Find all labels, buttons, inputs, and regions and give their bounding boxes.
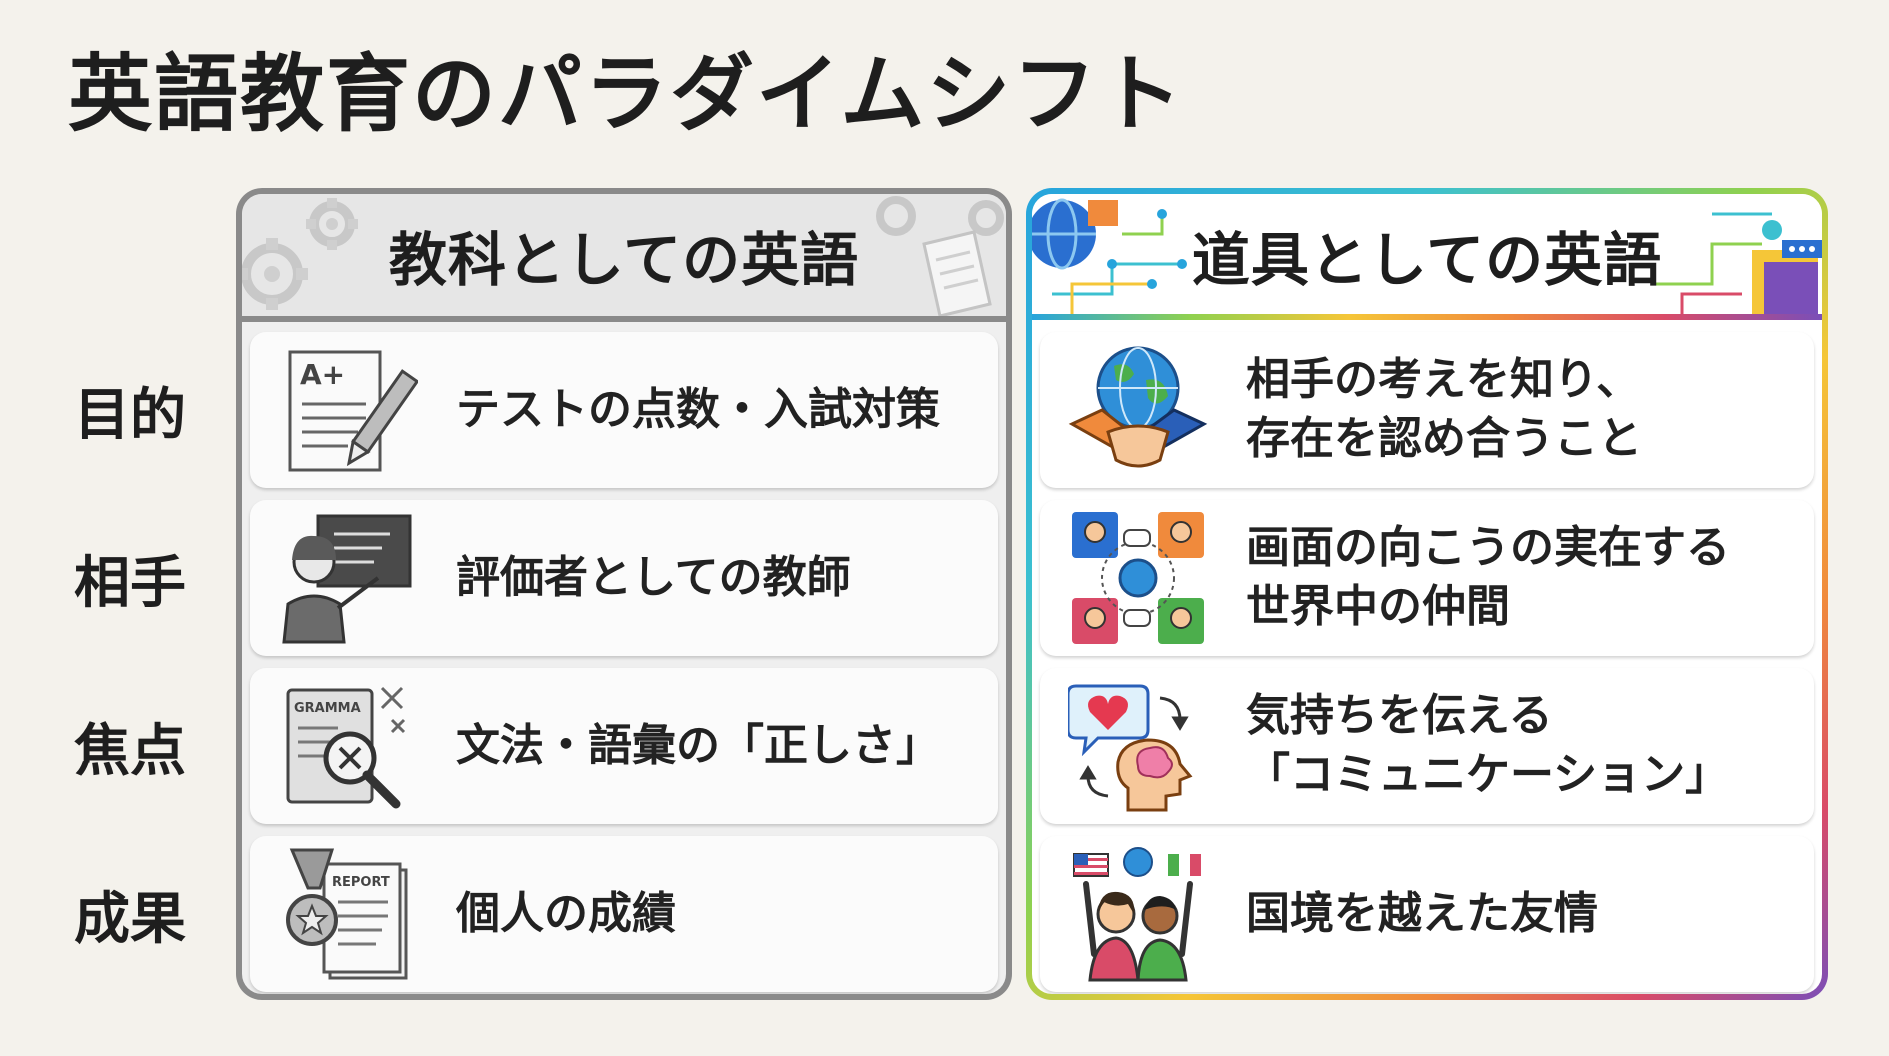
grammar-book-magnifier-icon: GRAMMA: [286, 686, 406, 809]
subject-english-header: 教科としての英語: [242, 194, 1006, 322]
left-card-outcome-text: 個人の成績: [456, 887, 676, 939]
heart-brain-communication-icon: [1068, 684, 1193, 812]
gears-documents-icon: [876, 196, 1004, 316]
right-card-purpose-text-line1: 相手の考えを知り、: [1246, 354, 1641, 406]
right-card-purpose-text-line2: 存在を認め合うこと: [1246, 413, 1642, 464]
medal-report-icon: REPORT: [286, 848, 408, 980]
right-card-focus-text-line1: 気持ちを伝える: [1246, 690, 1553, 742]
row-label-partner: 相手: [74, 551, 186, 616]
left-card-purpose-text: テストの点数・入試対策: [456, 383, 940, 435]
rainbow-divider: [1032, 314, 1822, 320]
book-cover-text: GRAMMA: [294, 701, 361, 716]
row-label-focus: 焦点: [74, 719, 186, 784]
page-title: 英語教育のパラダイムシフト: [68, 45, 1185, 143]
right-card-outcome-text: 国境を越えた友情: [1246, 887, 1598, 939]
right-card-focus: 気持ちを伝える 「コミュニケーション」: [1040, 668, 1814, 824]
tool-english-panel: 道具としての英語 相手の考えを知り、 存在を認め合うこと 画面の向こうの実在する…: [1026, 188, 1828, 1000]
right-card-partner-text-line1: 画面の向こうの実在する: [1246, 522, 1730, 574]
teacher-blackboard-icon: [282, 514, 412, 644]
row-label-outcome: 成果: [74, 887, 186, 952]
tool-english-header: 道具としての英語: [1032, 194, 1822, 320]
left-card-focus-text: 文法・語彙の「正しさ」: [456, 719, 940, 771]
right-card-purpose: 相手の考えを知り、 存在を認め合うこと: [1040, 332, 1814, 488]
tool-english-heading: 道具としての英語: [1191, 226, 1663, 294]
globe-network-icon: [1032, 198, 1187, 314]
report-title-text: REPORT: [332, 875, 390, 890]
global-video-chat-icon: [1072, 512, 1204, 644]
row-label-purpose: 目的: [74, 383, 186, 448]
left-card-partner: 評価者としての教師: [250, 500, 998, 656]
circuit-window-icon: [1652, 212, 1822, 316]
left-card-partner-text: 評価者としての教師: [456, 551, 851, 603]
globe-handshake-icon: [1068, 346, 1208, 468]
subject-english-panel: 教科としての英語 A+ テストの点数・入試対策 評価者としての教師 GRAMMA…: [236, 188, 1012, 1000]
subject-english-heading: 教科としての英語: [388, 226, 860, 294]
left-card-purpose: A+ テストの点数・入試対策: [250, 332, 998, 488]
left-card-outcome: REPORT 個人の成績: [250, 836, 998, 992]
gears-icon: [242, 198, 358, 310]
left-card-focus: GRAMMA 文法・語彙の「正しさ」: [250, 668, 998, 824]
test-grade-text: A+: [300, 358, 345, 391]
right-card-partner: 画面の向こうの実在する 世界中の仲間: [1040, 500, 1814, 656]
right-card-focus-text-line2: 「コミュニケーション」: [1246, 749, 1730, 800]
friends-flags-icon: [1073, 847, 1201, 982]
graded-test-pencil-icon: A+: [288, 350, 418, 472]
right-card-outcome: 国境を越えた友情: [1040, 836, 1814, 992]
right-card-partner-text-line2: 世界中の仲間: [1246, 581, 1510, 632]
